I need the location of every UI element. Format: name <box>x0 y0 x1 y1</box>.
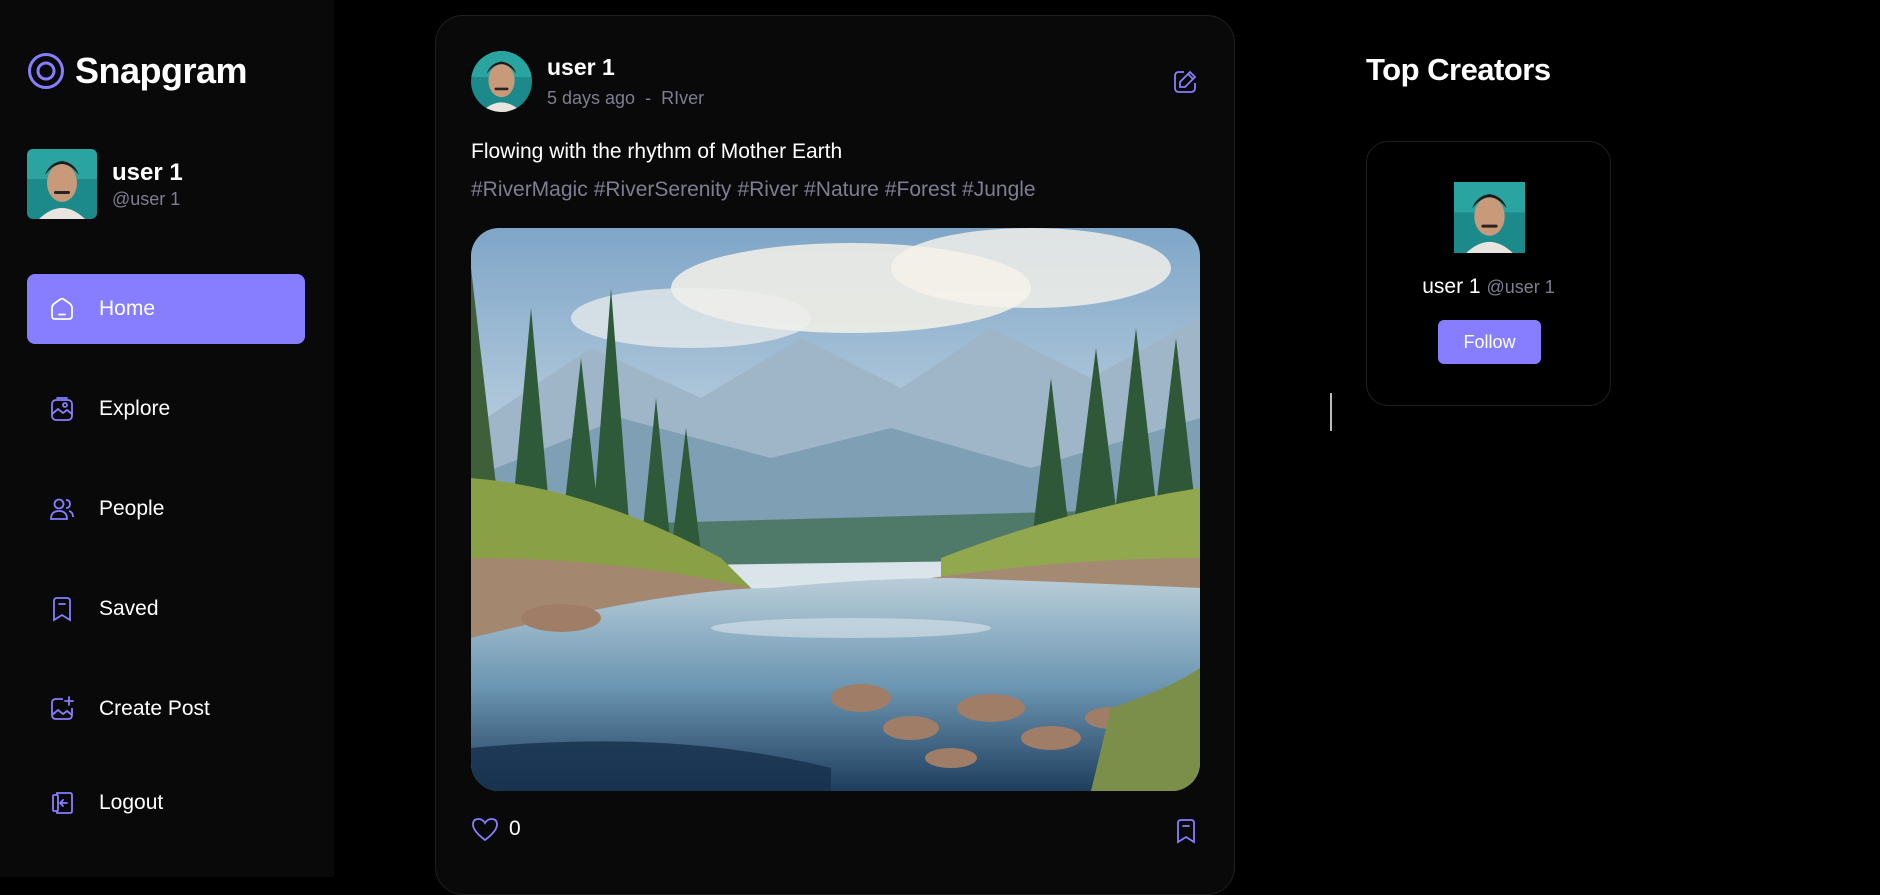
creator-name: user 1 <box>1422 275 1481 298</box>
text-cursor <box>1330 393 1332 431</box>
app-logo[interactable]: Snapgram <box>27 50 248 92</box>
post-meta: 5 days ago - RIver <box>547 85 704 111</box>
home-icon <box>47 294 77 324</box>
nav-item-logout[interactable]: Logout <box>27 768 305 838</box>
main-nav: Home Explore People Saved Create Post Lo… <box>27 274 305 868</box>
post-location: RIver <box>661 87 705 108</box>
post-time: 5 days ago <box>547 87 636 108</box>
avatar[interactable] <box>1454 182 1525 253</box>
nav-item-create-post[interactable]: Create Post <box>27 674 305 744</box>
post-author[interactable]: user 1 <box>547 53 704 81</box>
avatar <box>27 149 97 219</box>
nav-label: Home <box>99 297 156 320</box>
nav-label: Explore <box>99 397 171 420</box>
nav-label: Saved <box>99 597 159 620</box>
profile-handle: @user 1 <box>112 189 181 209</box>
post-header: user 1 5 days ago - RIver <box>471 51 704 112</box>
nav-item-home[interactable]: Home <box>27 274 305 344</box>
instagram-ring-icon <box>28 53 64 89</box>
hashtag[interactable]: #RiverMagic <box>471 178 588 202</box>
profile-name: user 1 <box>112 159 183 186</box>
edit-icon[interactable] <box>1171 68 1199 96</box>
heart-icon[interactable] <box>471 816 499 842</box>
hashtag[interactable]: #Nature <box>804 178 879 202</box>
nav-label: Logout <box>99 791 164 814</box>
gallery-add-icon <box>47 694 77 724</box>
hashtag[interactable]: #River <box>737 178 798 202</box>
sidebar-profile[interactable]: user 1 @user 1 <box>27 149 183 219</box>
like-section: 0 <box>471 816 521 842</box>
post-card: user 1 5 days ago - RIver Flowing with t… <box>435 15 1235 895</box>
logout-icon <box>47 788 77 818</box>
explore-icon <box>47 394 77 424</box>
nav-item-explore[interactable]: Explore <box>27 374 305 444</box>
meta-separator: - <box>645 87 652 108</box>
hashtag[interactable]: #Forest <box>885 178 956 202</box>
hashtag[interactable]: #Jungle <box>962 178 1036 202</box>
like-count: 0 <box>509 817 521 840</box>
follow-button[interactable]: Follow <box>1438 320 1541 364</box>
creator-card[interactable]: user 1 @user 1 Follow <box>1366 141 1611 406</box>
post-caption: Flowing with the rhythm of Mother Earth <box>471 140 843 163</box>
bookmark-icon[interactable] <box>1173 818 1199 844</box>
hashtag[interactable]: #RiverSerenity <box>594 178 732 202</box>
nav-label: Create Post <box>99 697 210 720</box>
post-tags: #RiverMagic #RiverSerenity #River #Natur… <box>471 178 1036 202</box>
top-creators-title: Top Creators <box>1366 52 1551 87</box>
creator-identity: user 1 @user 1 <box>1367 275 1610 299</box>
people-icon <box>47 494 77 524</box>
creator-handle: @user 1 <box>1486 277 1555 297</box>
nav-label: People <box>99 497 165 520</box>
avatar[interactable] <box>471 51 532 112</box>
app-name: Snapgram <box>75 50 248 91</box>
bookmark-icon <box>47 594 77 624</box>
nav-item-people[interactable]: People <box>27 474 305 544</box>
post-image[interactable] <box>471 228 1200 791</box>
left-sidebar: Snapgram user 1 @user 1 Home Explore Peo… <box>0 0 334 877</box>
nav-item-saved[interactable]: Saved <box>27 574 305 644</box>
